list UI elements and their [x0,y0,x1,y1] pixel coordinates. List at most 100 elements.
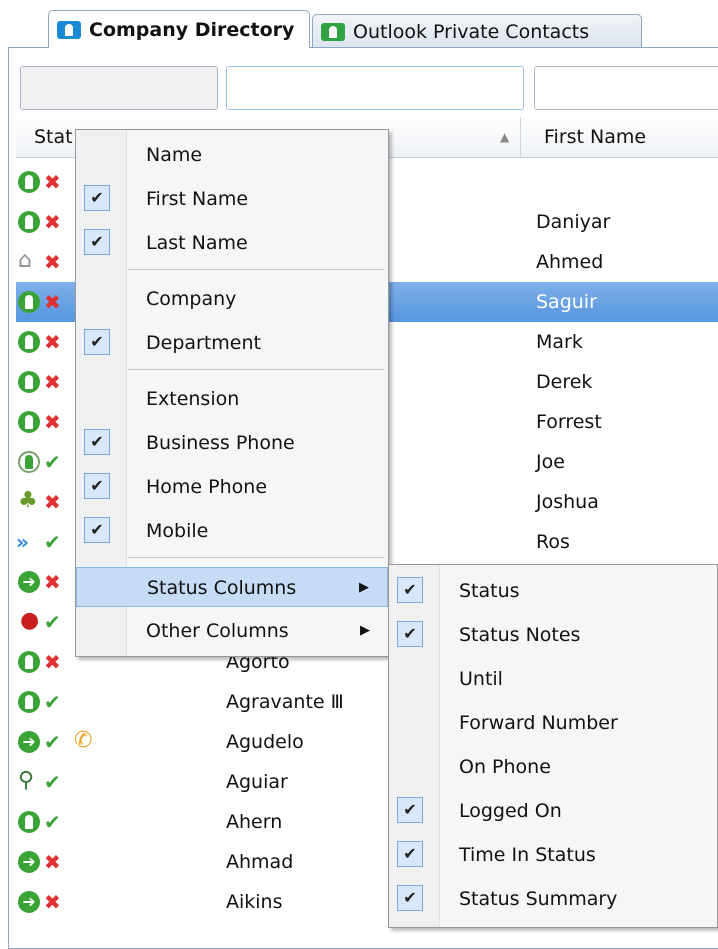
logged-on-check-icon: ✔ [44,450,61,474]
tab-company-directory[interactable]: Company Directory [48,10,310,48]
submenu-item-on-phone[interactable]: On Phone [389,747,717,787]
first-name-cell: Mark [536,331,583,353]
submenu-item-status-summary[interactable]: ✔ Status Summary [389,879,717,919]
logged-on-check-icon: ✔ [44,730,61,754]
logged-on-check-icon: ✔ [44,810,61,834]
menu-item-business-phone[interactable]: ✔ Business Phone [76,423,388,463]
checkmark-icon: ✔ [397,577,423,603]
status-person-icon [18,331,40,353]
menu-item-label: Forward Number [459,712,618,734]
last-name-cell: Aikins [226,891,283,913]
first-name-cell: Joshua [536,491,599,513]
status-person-icon [18,291,40,313]
first-name-filter-input[interactable] [534,66,718,110]
sort-ascending-icon: ▲ [500,130,510,144]
tab-company-directory-label: Company Directory [89,18,295,41]
logged-on-x-icon: ✖ [44,410,61,434]
status-filter-box[interactable] [20,66,218,110]
status-person-icon [18,211,40,233]
menu-item-name[interactable]: Name [76,135,388,175]
checkmark-icon: ✔ [84,329,110,355]
menu-item-label: Status Notes [459,624,581,646]
menu-item-label: Last Name [146,232,248,254]
first-name-column-header[interactable]: First Name [544,117,646,157]
menu-item-other-columns[interactable]: Other Columns ▶ [76,611,388,651]
menu-item-label: Until [459,668,503,690]
logged-on-x-icon: ✖ [44,490,61,514]
tab-outlook-private-contacts[interactable]: Outlook Private Contacts [312,14,642,48]
menu-item-label: On Phone [459,756,551,778]
menu-item-label: Extension [146,388,240,410]
first-name-cell: Derek [536,371,593,393]
logged-on-x-icon: ✖ [44,290,61,314]
last-name-cell: Ahern [226,811,283,833]
status-home-icon: ⌂ [18,248,32,273]
menu-item-home-phone[interactable]: ✔ Home Phone [76,467,388,507]
menu-item-label: Status Columns [147,577,297,599]
menu-item-status-columns[interactable]: Status Columns ▶ [76,567,388,607]
first-name-cell: Saguir [536,291,597,313]
status-person-icon [18,811,40,833]
last-name-filter-input[interactable] [226,66,524,110]
menu-item-company[interactable]: Company [76,279,388,319]
column-separator[interactable] [520,117,521,157]
last-name-cell: Agudelo [226,731,304,753]
menu-item-label: Home Phone [146,476,268,498]
checkmark-icon: ✔ [84,517,110,543]
first-name-cell: Ahmed [536,251,604,273]
checkmark-icon: ✔ [397,841,423,867]
menu-item-first-name[interactable]: ✔ First Name [76,179,388,219]
status-person-icon [18,651,40,673]
logged-on-check-icon: ✔ [44,610,61,634]
logged-on-x-icon: ✖ [44,250,61,274]
logged-on-x-icon: ✖ [44,650,61,674]
status-arrow-circle-icon: ➜ [18,851,40,873]
menu-item-label: Business Phone [146,432,295,454]
menu-item-last-name[interactable]: ✔ Last Name [76,223,388,263]
status-column-header[interactable]: Stat [34,117,73,157]
menu-separator [128,269,384,270]
status-person-icon [18,411,40,433]
submenu-item-until[interactable]: Until [389,659,717,699]
checkmark-icon: ✔ [84,429,110,455]
logged-on-x-icon: ✖ [44,170,61,194]
menu-item-label: First Name [146,188,249,210]
logged-on-x-icon: ✖ [44,370,61,394]
submenu-item-status[interactable]: ✔ Status [389,571,717,611]
status-palm-icon: ♣ [18,488,38,513]
logged-on-check-icon: ✔ [44,530,61,554]
menu-item-department[interactable]: ✔ Department [76,323,388,363]
menu-item-label: Status Summary [459,888,618,910]
logged-on-x-icon: ✖ [44,850,61,874]
logged-on-x-icon: ✖ [44,210,61,234]
column-chooser-menu: Name ✔ First Name ✔ Last Name Company ✔ Departm… [75,129,389,657]
logged-on-x-icon: ✖ [44,330,61,354]
menu-item-label: Other Columns [146,620,289,642]
status-person-outline-icon [18,451,40,473]
menu-item-extension[interactable]: Extension [76,379,388,419]
submenu-item-forward-number[interactable]: Forward Number [389,703,717,743]
menu-item-mobile[interactable]: ✔ Mobile [76,511,388,551]
tab-outlook-private-contacts-label: Outlook Private Contacts [353,20,590,43]
checkmark-icon: ✔ [397,797,423,823]
submenu-item-status-notes[interactable]: ✔ Status Notes [389,615,717,655]
menu-item-label: Name [146,144,203,166]
first-name-cell: Joe [536,451,565,473]
status-person-icon [18,171,40,193]
logged-on-x-icon: ✖ [44,570,61,594]
submenu-item-time-in-status[interactable]: ✔ Time In Status [389,835,717,875]
on-phone-icon: ✆ [74,728,93,753]
menu-item-label: Status [459,580,520,602]
first-name-cell: Daniyar [536,211,611,233]
menu-item-label: Logged On [459,800,562,822]
submenu-item-logged-on[interactable]: ✔ Logged On [389,791,717,831]
submenu-arrow-icon: ▶ [359,580,369,595]
last-name-cell: Aguiar [226,771,288,793]
logged-on-x-icon: ✖ [44,890,61,914]
first-name-cell: Forrest [536,411,602,433]
logged-on-check-icon: ✔ [44,690,61,714]
contacts-icon [321,22,345,41]
directory-icon [57,20,81,39]
menu-item-label: Time In Status [459,844,596,866]
menu-item-label: Company [146,288,237,310]
